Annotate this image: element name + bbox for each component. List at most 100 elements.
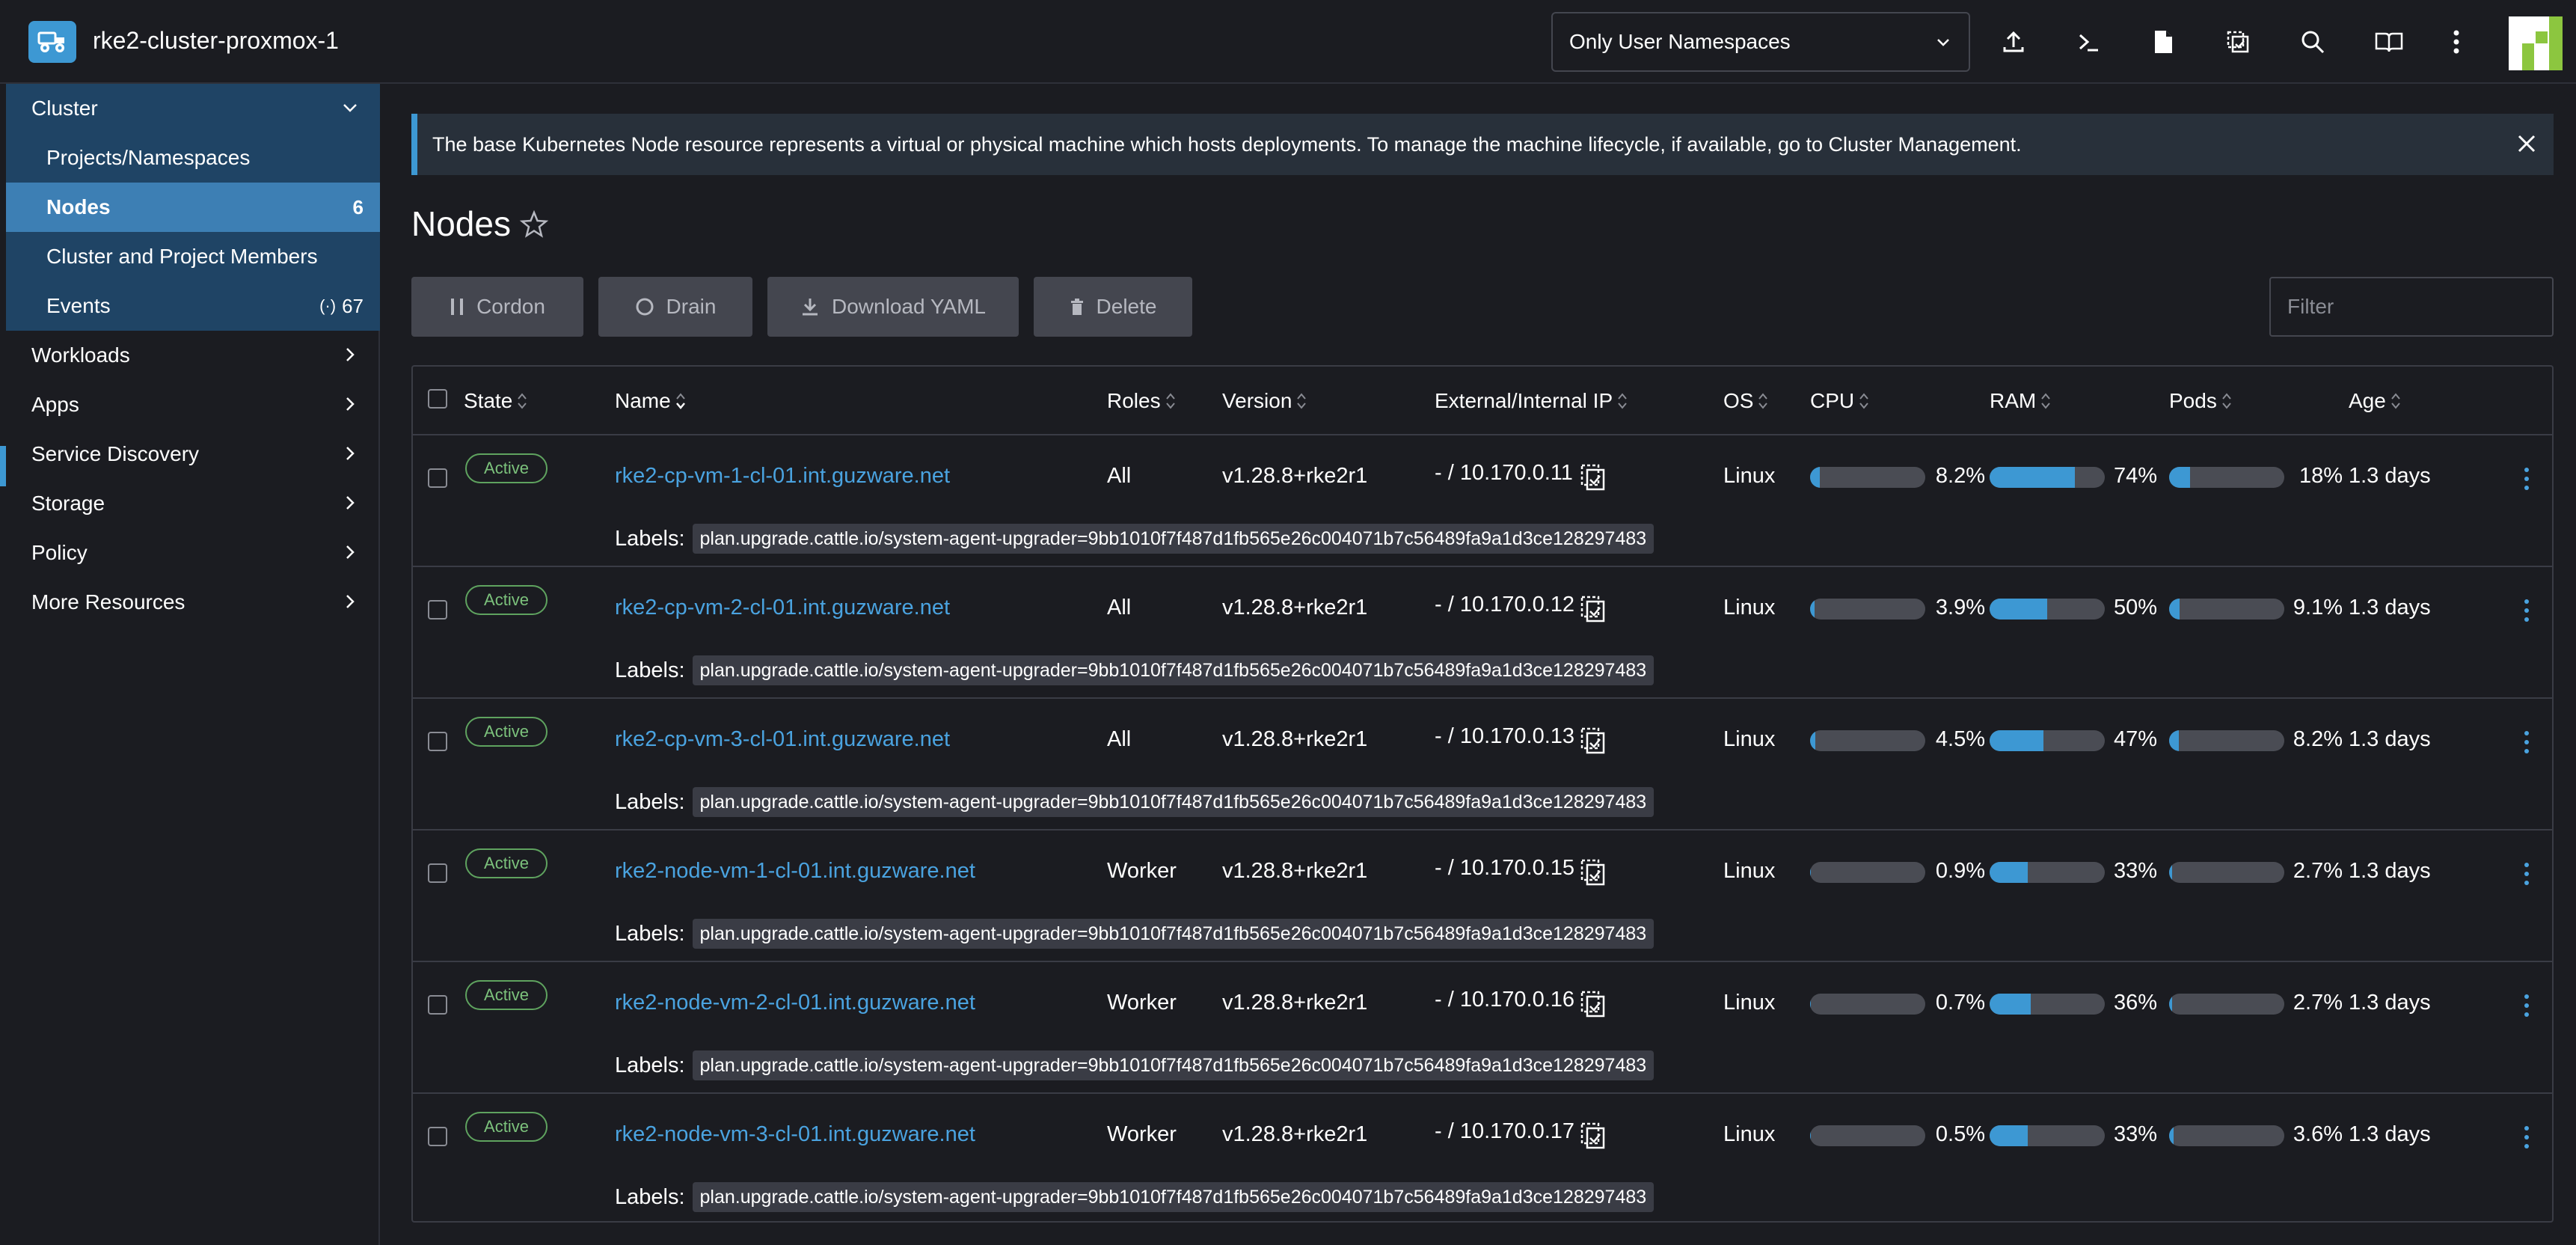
sidebar-group-cluster-header[interactable]: Cluster <box>6 84 380 133</box>
row-checkbox[interactable] <box>428 732 447 751</box>
pods-usage-bar <box>2169 994 2284 1015</box>
download-yaml-button[interactable]: Download YAML <box>767 277 1019 337</box>
book-icon[interactable] <box>2371 24 2407 60</box>
pods-usage-bar <box>2169 467 2284 488</box>
sidebar-item-projects-namespaces[interactable]: Projects/Namespaces <box>6 133 380 183</box>
file-icon[interactable] <box>2145 24 2181 60</box>
sidebar-item-policy[interactable]: Policy <box>6 528 380 578</box>
download-icon <box>803 299 818 316</box>
pods-usage-value: 9.1% <box>2293 596 2343 620</box>
sidebar-item-storage[interactable]: Storage <box>6 479 380 528</box>
column-header-age[interactable]: Age <box>2349 389 2401 413</box>
node-roles: Worker <box>1107 859 1177 883</box>
row-actions-icon[interactable] <box>2519 1122 2534 1152</box>
row-actions-icon[interactable] <box>2519 859 2534 889</box>
column-header-roles[interactable]: Roles <box>1107 389 1176 413</box>
node-labels: Labels: plan.upgrade.cattle.io/system-age… <box>615 1050 1655 1080</box>
ram-usage-fill <box>1990 599 2047 620</box>
drain-button[interactable]: Drain <box>598 277 752 337</box>
cpu-usage-value: 0.7% <box>1935 991 1985 1015</box>
row-actions-icon[interactable] <box>2519 727 2534 757</box>
column-header-os[interactable]: OS <box>1723 389 1768 413</box>
row-checkbox[interactable] <box>428 468 447 488</box>
sidebar-item-more-resources[interactable]: More Resources <box>6 578 380 627</box>
cluster-name: rke2-cluster-proxmox-1 <box>93 27 339 54</box>
node-os: Linux <box>1723 1122 1776 1146</box>
upload-icon[interactable] <box>1996 24 2031 60</box>
row-checkbox[interactable] <box>428 600 447 620</box>
filter-input[interactable] <box>2269 277 2554 337</box>
top-header: rke2-cluster-proxmox-1 Only User Namespa… <box>0 0 2576 84</box>
sidebar-item-service-discovery[interactable]: Service Discovery <box>6 429 380 479</box>
node-age: 1.3 days <box>2349 727 2431 751</box>
sidebar-item-label: Storage <box>31 492 105 515</box>
row-checkbox[interactable] <box>428 1127 447 1146</box>
label-chip: plan.upgrade.cattle.io/system-agent-upgr… <box>692 919 1655 949</box>
pods-usage-value: 2.7% <box>2293 859 2343 883</box>
node-os: Linux <box>1723 596 1776 620</box>
copy-config-icon[interactable] <box>2220 24 2256 60</box>
copy-icon[interactable] <box>1580 1119 1607 1149</box>
node-roles: All <box>1107 727 1132 751</box>
close-icon[interactable] <box>2513 130 2540 157</box>
nodes-table: State Name Roles Version External/Intern… <box>411 365 2554 1223</box>
cpu-usage-fill <box>1810 599 1815 620</box>
chevron-down-icon <box>1937 39 1949 46</box>
label-chip: plan.upgrade.cattle.io/system-agent-upgr… <box>692 1050 1655 1080</box>
cluster-logo-icon[interactable] <box>28 21 76 63</box>
status-badge: Active <box>465 585 548 615</box>
copy-icon[interactable] <box>1580 724 1607 754</box>
node-name-link[interactable]: rke2-cp-vm-2-cl-01.int.guzware.net <box>615 596 950 620</box>
node-name-link[interactable]: rke2-node-vm-1-cl-01.int.guzware.net <box>615 859 975 884</box>
node-name-link[interactable]: rke2-cp-vm-1-cl-01.int.guzware.net <box>615 464 950 489</box>
ram-usage-fill <box>1990 730 2044 751</box>
column-header-cpu[interactable]: CPU <box>1810 389 1869 413</box>
column-header-ip[interactable]: External/Internal IP <box>1435 389 1628 413</box>
copy-icon[interactable] <box>1580 856 1607 886</box>
sort-icon <box>2222 393 2231 409</box>
more-vertical-icon[interactable] <box>2438 24 2474 60</box>
favorite-star-icon[interactable] <box>519 209 549 239</box>
search-icon[interactable] <box>2295 24 2331 60</box>
select-all-checkbox[interactable] <box>428 389 447 409</box>
sidebar-item-apps[interactable]: Apps <box>6 380 380 429</box>
column-header-name[interactable]: Name <box>615 389 686 413</box>
sidebar: Cluster Projects/Namespaces Nodes 6 Clus… <box>6 84 380 1245</box>
sidebar-item-nodes[interactable]: Nodes 6 <box>6 183 380 232</box>
cpu-usage-bar <box>1810 467 1925 488</box>
delete-button[interactable]: Delete <box>1034 277 1192 337</box>
node-name-link[interactable]: rke2-cp-vm-3-cl-01.int.guzware.net <box>615 727 950 752</box>
status-badge: Active <box>465 1112 548 1142</box>
copy-icon[interactable] <box>1580 593 1607 622</box>
row-checkbox[interactable] <box>428 995 447 1015</box>
column-header-label: External/Internal IP <box>1435 389 1613 412</box>
sidebar-item-workloads[interactable]: Workloads <box>6 331 380 380</box>
sidebar-item-cluster-project-members[interactable]: Cluster and Project Members <box>6 232 380 281</box>
column-header-version[interactable]: Version <box>1222 389 1307 413</box>
column-header-state[interactable]: State <box>464 389 527 413</box>
copy-icon[interactable] <box>1580 988 1607 1018</box>
row-actions-icon[interactable] <box>2519 464 2534 494</box>
labels-prefix: Labels: <box>615 1053 685 1077</box>
row-actions-icon[interactable] <box>2519 991 2534 1021</box>
node-ip: - / 10.170.0.17 <box>1435 1119 1575 1143</box>
row-checkbox[interactable] <box>428 863 447 883</box>
node-name-link[interactable]: rke2-node-vm-3-cl-01.int.guzware.net <box>615 1122 975 1147</box>
ram-usage-bar <box>1990 1125 2105 1146</box>
cordon-button[interactable]: Cordon <box>411 277 583 337</box>
user-avatar[interactable] <box>2509 16 2563 70</box>
sidebar-item-events[interactable]: Events (·) 67 <box>6 281 380 331</box>
column-header-pods[interactable]: Pods <box>2169 389 2232 413</box>
namespace-filter-select[interactable]: Only User Namespaces <box>1551 12 1970 72</box>
ram-usage-bar <box>1990 599 2105 620</box>
terminal-icon[interactable] <box>2070 24 2106 60</box>
row-actions-icon[interactable] <box>2519 596 2534 625</box>
column-header-ram[interactable]: RAM <box>1990 389 2051 413</box>
copy-icon[interactable] <box>1580 461 1607 491</box>
ram-usage-fill <box>1990 1125 2028 1146</box>
ram-usage-bar <box>1990 730 2105 751</box>
ram-usage-bar <box>1990 994 2105 1015</box>
node-name-link[interactable]: rke2-node-vm-2-cl-01.int.guzware.net <box>615 991 975 1015</box>
node-version: v1.28.8+rke2r1 <box>1222 464 1368 488</box>
node-ip: - / 10.170.0.11 <box>1435 461 1573 485</box>
